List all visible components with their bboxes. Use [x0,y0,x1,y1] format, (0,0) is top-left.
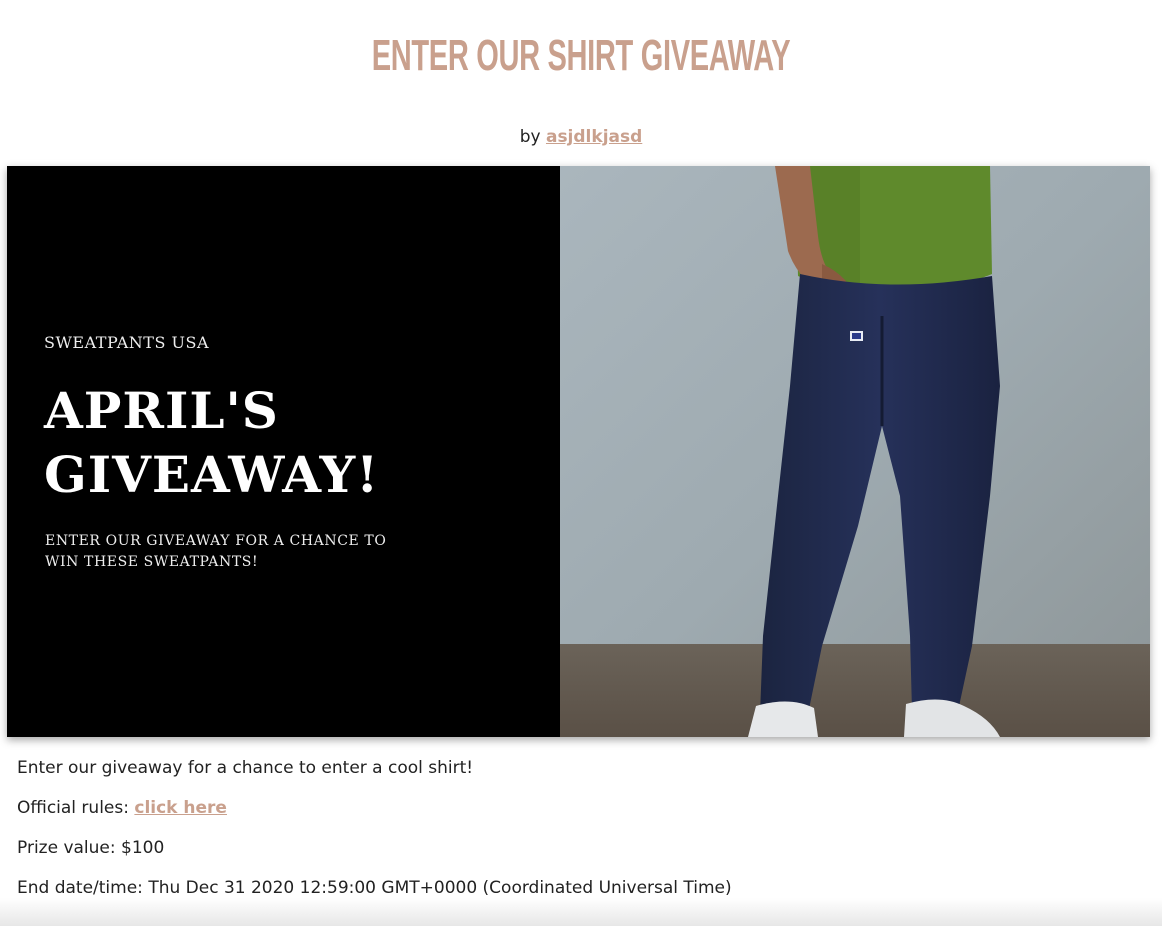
author-link[interactable]: asjdlkjasd [546,127,642,147]
official-rules-row: Official rules: click here [17,796,1137,820]
end-date-label: End date/time: [17,878,143,898]
banner-subline: Enter our giveaway for a chance to win t… [45,533,387,570]
official-rules-link[interactable]: click here [134,798,227,818]
banner-text-panel: SWEATPANTS USA APRIL'S GIVEAWAY! Enter o… [7,166,560,737]
official-rules-label: Official rules: [17,798,129,818]
prize-value-label: Prize value: [17,838,116,858]
bottom-fade [0,898,1162,926]
end-date-value: Thu Dec 31 2020 12:59:00 GMT+0000 (Coord… [148,878,732,898]
prize-value: $100 [121,838,165,858]
giveaway-description: Enter our giveaway for a chance to enter… [17,758,474,778]
end-date-row: End date/time: Thu Dec 31 2020 12:59:00 … [17,876,1137,900]
giveaway-details: Enter our giveaway for a chance to enter… [17,756,1137,916]
giveaway-banner-image: SWEATPANTS USA APRIL'S GIVEAWAY! Enter o… [7,166,1150,737]
prize-value-row: Prize value: $100 [17,836,1137,860]
page-title: Enter our shirt giveaway [371,31,791,80]
banner-headline-line2: GIVEAWAY! [44,445,380,504]
sweatpants-photo [560,166,1150,737]
man-in-sweatpants-photo-icon [560,166,1150,737]
banner-headline: APRIL'S GIVEAWAY! [44,379,544,507]
byline: by asjdlkjasd [0,125,1162,149]
banner-brand: SWEATPANTS USA [44,333,210,352]
banner-headline-line1: APRIL'S [44,381,279,440]
byline-prefix: by [519,127,541,147]
